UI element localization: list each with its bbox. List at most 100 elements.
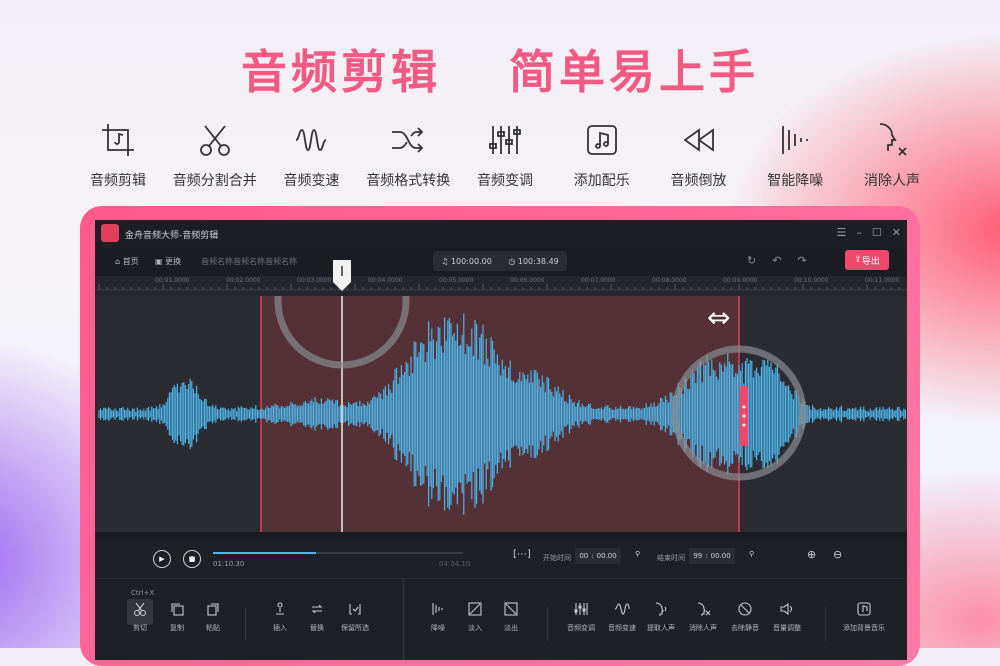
tool-keep-selection[interactable]: 保留所选 — [335, 601, 375, 633]
ruler-tick-label: 00:02.0000 — [226, 277, 260, 284]
rewind-icon — [679, 120, 719, 160]
stop-button[interactable]: ■ — [183, 550, 201, 568]
tool-label: 降噪 — [431, 623, 445, 633]
refresh-icon[interactable]: ↻ — [747, 254, 756, 267]
feature-pitch[interactable]: 音频变调 — [457, 120, 553, 190]
tool-paste[interactable]: 粘贴 — [193, 601, 233, 633]
scissors-icon — [132, 601, 148, 617]
feature-label: 添加配乐 — [574, 170, 630, 190]
tool-scissors[interactable]: 剪切 — [120, 601, 160, 633]
feature-reverse[interactable]: 音频倒放 — [651, 120, 747, 190]
tool-copy[interactable]: 复制 — [157, 601, 197, 633]
waveform-area[interactable]: ⇔ — [95, 296, 907, 532]
app-window: 金舟音频大师-音频剪辑 ☰ – ☐ ✕ ⌂ 首页 ▣ 更换 音频名称音频名称音频… — [95, 220, 907, 660]
playhead-marker[interactable] — [331, 258, 353, 292]
feature-add-music[interactable]: 添加配乐 — [554, 120, 650, 190]
tool-label: 替换 — [310, 623, 324, 633]
feature-audio-clip[interactable]: 音频剪辑 — [70, 120, 166, 190]
window-controls: ☰ – ☐ ✕ — [837, 226, 901, 239]
tool-wave-speed[interactable]: 音频变速 — [602, 601, 642, 633]
tool-fade-out[interactable]: 淡出 — [491, 601, 531, 633]
home-button[interactable]: ⌂ 首页 — [115, 256, 139, 267]
fit-icon[interactable]: [⋯] — [513, 549, 531, 560]
tool-label: 淡入 — [468, 623, 482, 633]
remove-voice-icon — [872, 120, 912, 160]
feature-split-merge[interactable]: 音频分割合并 — [167, 120, 263, 190]
tool-music-note[interactable]: 添加背景音乐 — [844, 601, 884, 633]
menu-icon[interactable]: ☰ — [837, 226, 847, 239]
ruler-tick-label: 00:04.0000 — [368, 277, 402, 284]
ruler-tick-label: 00:09.0000 — [723, 277, 757, 284]
tool-label: 剪切 — [133, 623, 147, 633]
export-icon: ⇪ — [854, 255, 862, 265]
feature-format[interactable]: 音频格式转换 — [360, 120, 456, 190]
start-time-field[interactable]: 00:00.00 — [575, 548, 621, 564]
tool-replace[interactable]: 替换 — [297, 601, 337, 633]
remove-voice-icon — [695, 601, 711, 617]
feature-remove-voice[interactable]: 消除人声 — [844, 120, 940, 190]
tool-noise-reduce[interactable]: 降噪 — [418, 601, 458, 633]
time-display: ♫ 100:00.00 ◷ 100:38.49 — [433, 251, 567, 271]
playback-controls: ▶ ■ 01:10.30 04:34.10 [⋯] 开始时间 00:00.00 … — [95, 538, 907, 578]
file-name: 音频名称音频名称音频名称 — [201, 256, 297, 267]
scissors-icon — [195, 120, 235, 160]
progress-track[interactable] — [213, 552, 463, 554]
mute-icon — [737, 601, 753, 617]
tool-label: 复制 — [170, 623, 184, 633]
title-bar: 金舟音频大师-音频剪辑 ☰ – ☐ ✕ — [95, 220, 907, 248]
tool-fade-in[interactable]: 淡入 — [455, 601, 495, 633]
keep-selection-icon — [347, 601, 363, 617]
toolbar: ⌂ 首页 ▣ 更换 音频名称音频名称音频名称 ♫ 100:00.00 ◷ 100… — [95, 248, 907, 276]
zoom-out-icon[interactable]: ⊖ — [833, 548, 842, 561]
paste-icon — [205, 601, 221, 617]
tool-remove-voice[interactable]: 消除人声 — [683, 601, 723, 633]
total-time: ◷ 100:38.49 — [508, 257, 558, 266]
export-button[interactable]: ⇪ 导出 — [845, 250, 889, 270]
minimize-icon[interactable]: – — [856, 226, 862, 239]
copy-icon — [169, 601, 185, 617]
tool-mute[interactable]: 去除静音 — [725, 601, 765, 633]
ruler-tick-label: 00:01.0000 — [155, 277, 189, 284]
feature-label: 音频剪辑 — [90, 170, 146, 190]
headline-part2: 简单易上手 — [509, 45, 759, 99]
redo-icon[interactable]: ↷ — [797, 254, 806, 267]
history-controls: ↻ ↶ ↷ — [747, 254, 807, 267]
shuffle-icon — [388, 120, 428, 160]
feature-label: 音频倒放 — [671, 170, 727, 190]
replace-label: 更换 — [165, 257, 181, 266]
tool-sliders[interactable]: 音频变调 — [561, 601, 601, 633]
tool-volume[interactable]: 音量调整 — [767, 601, 807, 633]
divider — [245, 607, 246, 641]
tool-label: 插入 — [273, 623, 287, 633]
app-logo — [101, 224, 119, 242]
zoom-in-icon[interactable]: ⊕ — [807, 548, 816, 561]
close-icon[interactable]: ✕ — [892, 226, 901, 239]
end-time-field[interactable]: 99:00.00 — [689, 548, 735, 564]
ruler-tick-label: 00:03.0000 — [297, 277, 331, 284]
ruler-tick-label: 00:07.0000 — [581, 277, 615, 284]
tool-extract-voice[interactable]: 提取人声 — [641, 601, 681, 633]
extract-voice-icon — [653, 601, 669, 617]
start-pin-icon[interactable]: ⚲ — [635, 550, 640, 558]
feature-denoise[interactable]: 智能降噪 — [747, 120, 843, 190]
undo-icon[interactable]: ↶ — [772, 254, 781, 267]
feature-speed[interactable]: 音频变速 — [264, 120, 360, 190]
play-button[interactable]: ▶ — [153, 550, 171, 568]
maximize-icon[interactable]: ☐ — [872, 226, 882, 239]
replace-icon — [309, 601, 325, 617]
feature-label: 音频变调 — [477, 170, 533, 190]
ruler-tick-label: 00:05.0000 — [439, 277, 473, 284]
replace-button[interactable]: ▣ 更换 — [155, 256, 181, 267]
tool-label: 淡出 — [504, 623, 518, 633]
tool-insert[interactable]: 插入 — [260, 601, 300, 633]
ruler-tick-label: 00:11.0000 — [865, 277, 899, 284]
end-pin-icon[interactable]: ⚲ — [749, 550, 754, 558]
headline: 音频剪辑 简单易上手 — [0, 36, 1000, 102]
total-duration: 04:34.10 — [439, 560, 470, 568]
feature-label: 音频格式转换 — [366, 170, 450, 190]
play-icon: ▶ — [159, 555, 164, 563]
tool-label: 保留所选 — [341, 623, 369, 633]
shortcut-hint: Ctrl+X — [131, 589, 154, 597]
feature-label: 消除人声 — [864, 170, 920, 190]
insert-icon — [272, 601, 288, 617]
